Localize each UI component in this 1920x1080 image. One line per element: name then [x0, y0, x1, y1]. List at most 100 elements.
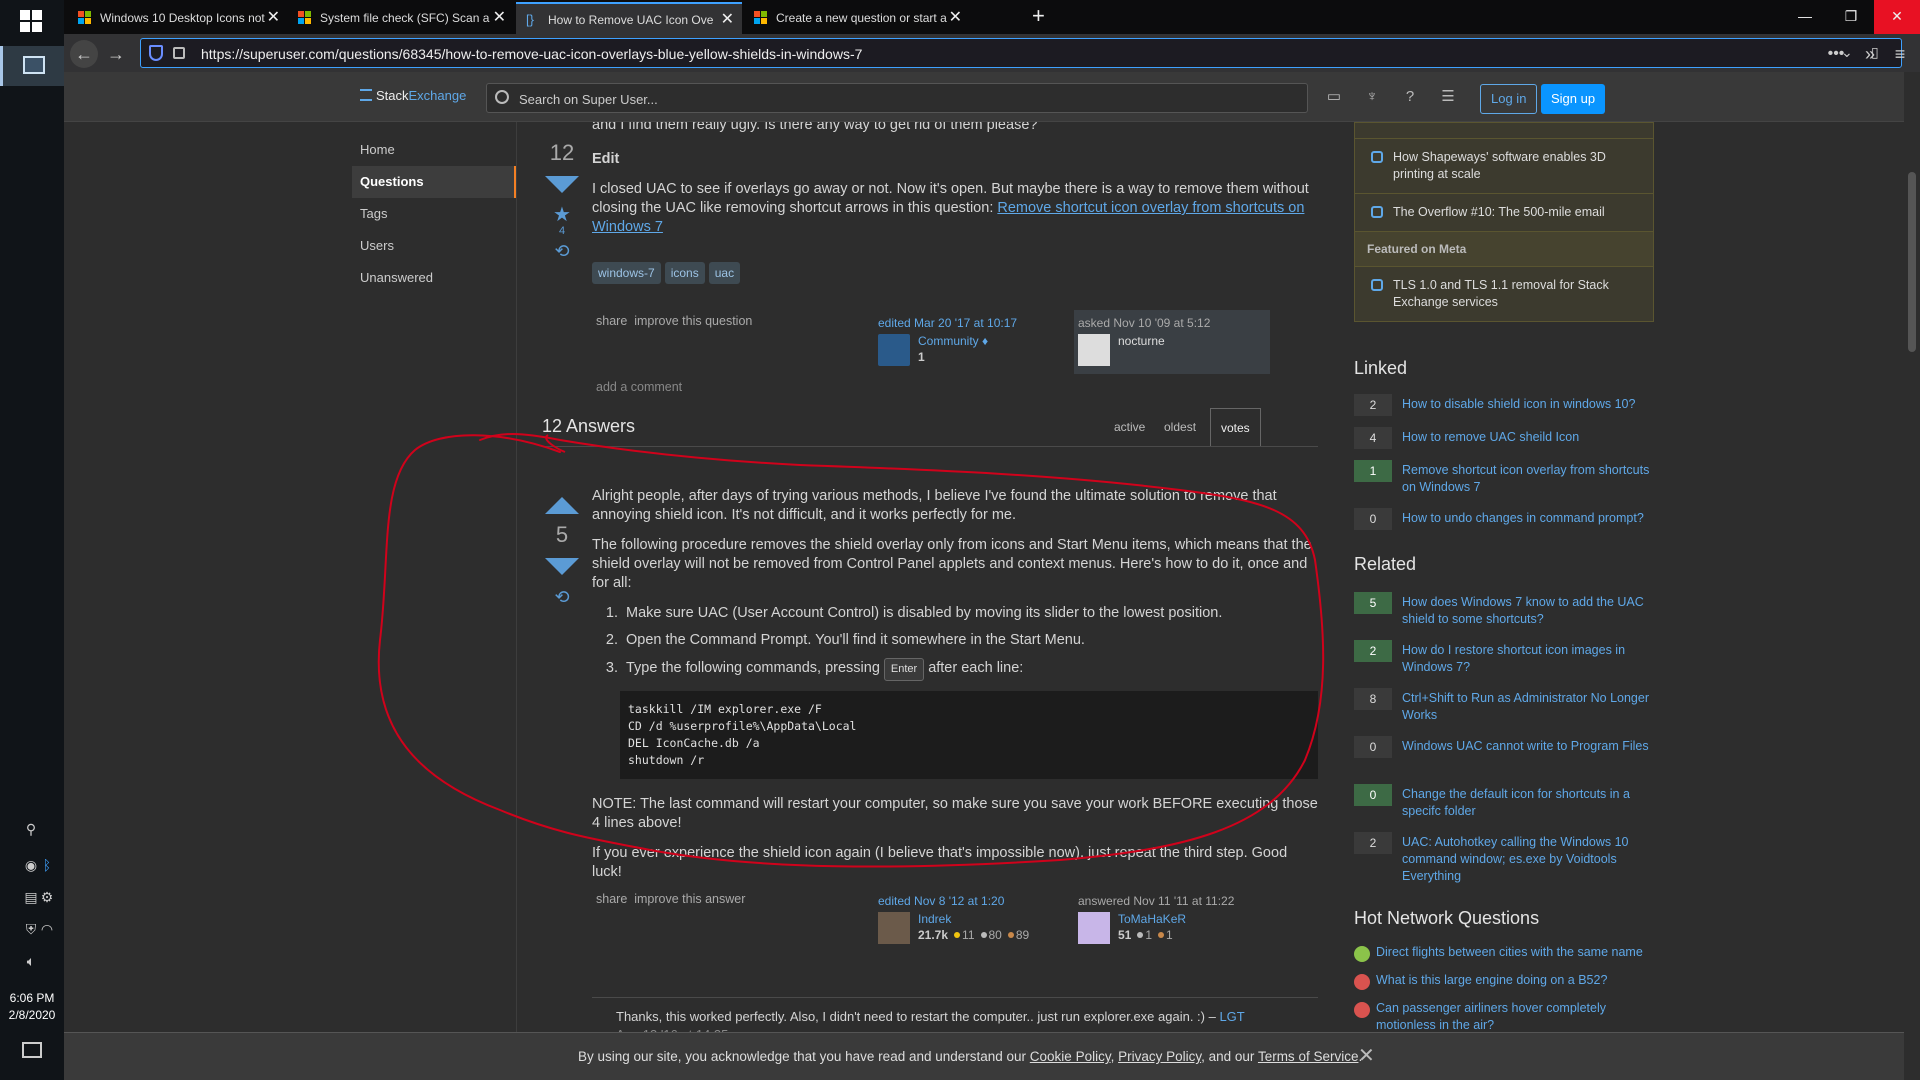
related-link[interactable]: Change the default icon for shortcuts in…	[1402, 786, 1654, 820]
close-cookie-icon[interactable]: ✕	[1358, 1043, 1375, 1068]
tab-remove-uac-icon[interactable]: [} How to Remove UAC Icon Ove ✕	[516, 2, 742, 34]
tag-uac[interactable]: uac	[708, 262, 741, 284]
edited-user-link[interactable]: Indrek	[918, 912, 951, 926]
new-tab-button[interactable]: +	[1032, 0, 1045, 32]
linked-link[interactable]: Remove shortcut icon overlay from shortc…	[1402, 462, 1654, 496]
trophy-icon[interactable]: ♆	[1362, 88, 1382, 106]
hamburger-menu-icon[interactable]: ≡	[1886, 40, 1914, 68]
close-tab-icon[interactable]: ✕	[721, 4, 734, 34]
share-answer-link[interactable]: share	[596, 892, 627, 906]
restore-button[interactable]: ❐	[1828, 0, 1874, 34]
lock-icon[interactable]	[173, 47, 185, 59]
timeline-icon[interactable]: ⟲	[542, 241, 582, 262]
taskbar-app-browser[interactable]	[0, 46, 64, 86]
stackexchange-logo[interactable]: StackExchange	[360, 88, 466, 103]
enter-key: Enter	[883, 658, 925, 681]
edited-user-link[interactable]: Community ♦	[918, 334, 988, 348]
close-tab-icon[interactable]: ✕	[267, 2, 280, 34]
tomahaker-avatar[interactable]	[1078, 912, 1110, 944]
tracking-shield-icon[interactable]	[149, 45, 163, 61]
hnq-item[interactable]: Can passenger airliners hover completely…	[1354, 1000, 1654, 1034]
hnq-item[interactable]: What is this large engine doing on a B52…	[1354, 972, 1654, 990]
inbox-icon[interactable]: ▭	[1324, 88, 1344, 106]
blog-item[interactable]: How Shapeways' software enables 3D print…	[1355, 139, 1653, 194]
forward-button[interactable]: →	[102, 40, 130, 68]
linked-link[interactable]: How to undo changes in command prompt?	[1402, 510, 1654, 527]
cookie-policy-link[interactable]: Cookie Policy	[1030, 1049, 1111, 1064]
aviation-site-icon	[1354, 974, 1370, 990]
signup-button[interactable]: Sign up	[1541, 84, 1606, 114]
related-link[interactable]: How do I restore shortcut icon images in…	[1402, 642, 1654, 676]
downvote-icon[interactable]	[545, 176, 579, 193]
nav-unanswered[interactable]: Unanswered	[352, 262, 517, 294]
tab-sfc-scan[interactable]: System file check (SFC) Scan a ✕	[288, 2, 514, 34]
favorite-star-icon[interactable]: ★	[542, 205, 582, 225]
tag-windows-7[interactable]: windows-7	[592, 262, 661, 284]
add-comment-link[interactable]: add a comment	[596, 380, 682, 394]
blog-item[interactable]: The Overflow #10: The 500-mile email	[1355, 194, 1653, 232]
answered-user-link[interactable]: ToMaHaKeR	[1118, 912, 1186, 926]
overflow-chevron-icon[interactable]: »	[1856, 40, 1884, 68]
nav-users[interactable]: Users	[352, 230, 517, 262]
community-avatar[interactable]	[878, 334, 910, 366]
comment-user-link[interactable]: LGT	[1219, 1009, 1244, 1024]
related-link[interactable]: Windows UAC cannot write to Program File…	[1402, 738, 1654, 755]
sort-tab-active[interactable]: active	[1104, 408, 1155, 446]
help-icon[interactable]: ?	[1400, 88, 1420, 106]
timeline-icon[interactable]: ⟲	[542, 587, 582, 608]
sort-tab-votes[interactable]: votes	[1210, 408, 1261, 446]
related-link[interactable]: How does Windows 7 know to add the UAC s…	[1402, 594, 1654, 628]
nav-tags[interactable]: Tags	[352, 198, 517, 230]
sort-tab-oldest[interactable]: oldest	[1154, 408, 1206, 446]
site-switcher-icon[interactable]: ☰	[1438, 88, 1458, 106]
nav-home[interactable]: Home	[352, 134, 517, 166]
action-center-icon[interactable]	[22, 1042, 42, 1058]
more-actions-icon[interactable]: •••	[1822, 40, 1850, 68]
hnq-item[interactable]: Direct flights between cities with the s…	[1354, 944, 1654, 962]
meta-item[interactable]: TLS 1.0 and TLS 1.1 removal for Stack Ex…	[1355, 267, 1653, 321]
taskbar-clock[interactable]: 6:06 PM 2/8/2020	[0, 990, 64, 1024]
edited-time[interactable]: edited Nov 8 '12 at 1:20	[878, 894, 1070, 908]
windows-start-icon[interactable]	[20, 10, 42, 32]
login-button[interactable]: Log in	[1480, 84, 1538, 114]
url-bar[interactable]: https://superuser.com/questions/68345/ho…	[140, 38, 1902, 68]
volume-icon[interactable]: 🔈︎	[22, 952, 40, 970]
minimize-button[interactable]: —	[1782, 0, 1828, 34]
edited-time[interactable]: edited Mar 20 '17 at 10:17	[878, 316, 1070, 330]
downvote-icon[interactable]	[545, 558, 579, 575]
upvote-icon[interactable]	[545, 497, 579, 514]
related-link[interactable]: Ctrl+Shift to Run as Administrator No Lo…	[1402, 690, 1654, 724]
edit-heading: Edit	[592, 151, 620, 167]
improve-question-link[interactable]: improve this question	[634, 314, 752, 328]
bluetooth-icon[interactable]: ᛒ	[38, 856, 56, 874]
share-question-link[interactable]: share	[596, 314, 627, 328]
linked-link[interactable]: How to remove UAC sheild Icon	[1402, 429, 1654, 446]
improve-answer-link[interactable]: improve this answer	[634, 892, 745, 906]
steam-icon[interactable]: ⚙	[38, 888, 56, 906]
linked-link[interactable]: How to disable shield icon in windows 10…	[1402, 396, 1654, 413]
url-text[interactable]: https://superuser.com/questions/68345/ho…	[201, 46, 862, 62]
indrek-avatar[interactable]	[878, 912, 910, 944]
site-search-input[interactable]: Search on Super User...	[486, 83, 1308, 113]
close-tab-icon[interactable]: ✕	[949, 2, 962, 34]
privacy-policy-link[interactable]: Privacy Policy	[1118, 1049, 1201, 1064]
tab-create-question[interactable]: Create a new question or start a ✕	[744, 2, 970, 34]
tag-icons[interactable]: icons	[664, 262, 705, 284]
people-icon[interactable]: ⚲	[22, 820, 40, 838]
microsoft-favicon-icon	[78, 11, 92, 25]
close-window-button[interactable]: ✕	[1874, 0, 1920, 34]
asker-user-link[interactable]: nocturne	[1118, 334, 1165, 348]
related-link[interactable]: UAC: Autohotkey calling the Windows 10 c…	[1402, 834, 1654, 885]
asker-avatar[interactable]	[1078, 334, 1110, 366]
answered-time: answered Nov 11 '11 at 11:22	[1078, 894, 1235, 908]
page-scrollbar[interactable]	[1904, 72, 1920, 1080]
wifi-icon[interactable]: ◠	[38, 920, 56, 938]
close-tab-icon[interactable]: ✕	[493, 2, 506, 34]
back-button[interactable]: ←	[70, 40, 98, 68]
silver-badge-icon	[980, 932, 987, 938]
scrollbar-thumb[interactable]	[1908, 172, 1916, 352]
nav-questions[interactable]: Questions	[352, 166, 517, 198]
meta-post-icon	[1371, 279, 1383, 291]
terms-link[interactable]: Terms of Service	[1258, 1049, 1359, 1064]
tab-windows10-icons[interactable]: Windows 10 Desktop Icons not ✕	[68, 2, 288, 34]
